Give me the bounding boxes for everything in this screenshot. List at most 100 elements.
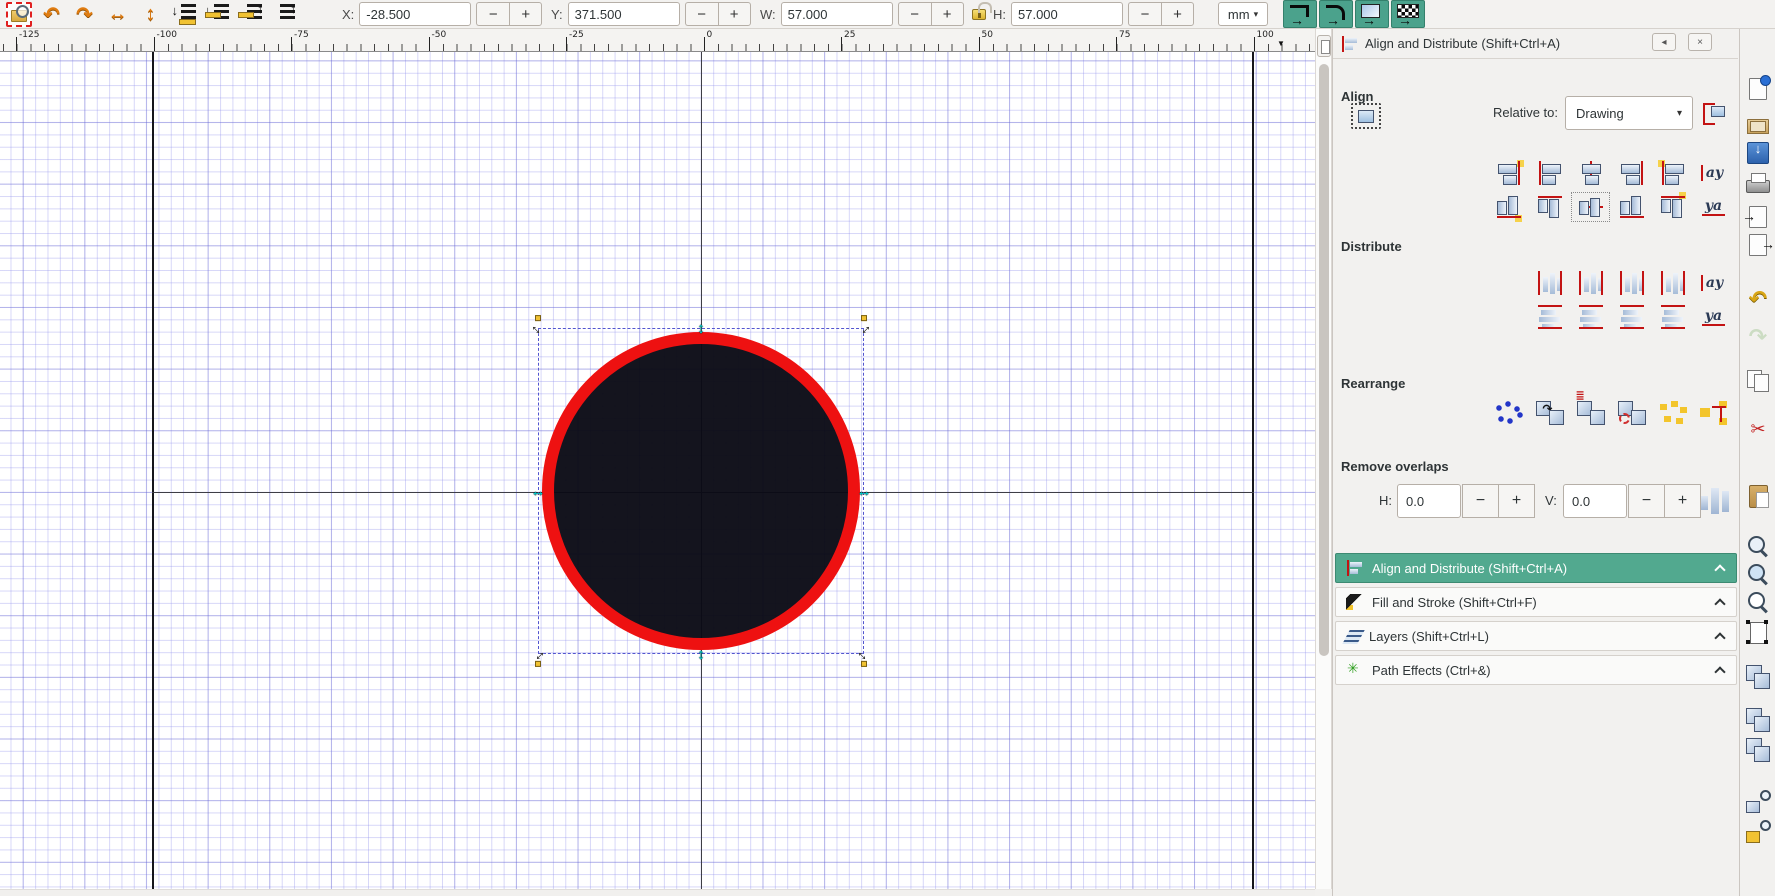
lower-one-step-icon[interactable]: ↓ [200, 1, 233, 27]
vertical-scrollbar[interactable] [1315, 29, 1332, 889]
create-clone-icon[interactable] [1744, 706, 1772, 734]
dock-header-align[interactable]: Align and Distribute (Shift+Ctrl+A) [1335, 553, 1737, 583]
move-patterns-toggle[interactable] [1391, 0, 1425, 28]
x-increment-button[interactable]: + [509, 2, 543, 26]
redo-icon[interactable] [1744, 323, 1772, 351]
overlap-h-input[interactable]: 0.0 [1397, 484, 1461, 518]
copy-icon[interactable] [1744, 367, 1772, 395]
y-increment-button[interactable]: + [717, 2, 751, 26]
exchange-positions-clockwise-icon[interactable] [1611, 397, 1652, 429]
w-increment-button[interactable]: + [930, 2, 964, 26]
exchange-positions-icon[interactable] [1529, 397, 1570, 429]
distribute-equal-horizontal-gaps-icon[interactable] [1652, 267, 1693, 299]
overlap-v-input[interactable]: 0.0 [1563, 484, 1627, 518]
distribute-bottom-edges-icon[interactable] [1611, 301, 1652, 333]
rotate-ccw-icon[interactable]: ↶ [35, 1, 68, 27]
y-input[interactable]: 371.500 [567, 2, 680, 26]
center-on-horizontal-axis-icon[interactable] [1570, 191, 1611, 223]
align-left-to-anchor-right-icon[interactable] [1652, 157, 1693, 189]
scale-rounded-corners-toggle[interactable] [1319, 0, 1353, 28]
align-bottom-edges-icon[interactable] [1611, 191, 1652, 223]
distribute-right-edges-icon[interactable] [1611, 267, 1652, 299]
distribute-centers-horizontal-icon[interactable] [1570, 267, 1611, 299]
move-gradients-toggle[interactable] [1355, 0, 1389, 28]
overlap-h-decrement-button[interactable]: − [1462, 484, 1499, 518]
w-input[interactable]: 57.000 [780, 2, 893, 26]
horizontal-scrollbar[interactable] [0, 889, 1315, 896]
align-right-to-anchor-left-icon[interactable] [1488, 157, 1529, 189]
horizontal-ruler[interactable]: ▼ -125 -100 -75 -50 -25 0 25 50 75 100 [0, 29, 1315, 52]
paste-in-place-icon[interactable] [1744, 819, 1772, 847]
align-left-edges-icon[interactable] [1529, 157, 1570, 189]
h-input[interactable]: 57.000 [1011, 2, 1123, 26]
raise-to-top-icon[interactable]: ↑ [266, 1, 299, 27]
scale-handle-bottom[interactable]: ↕ [692, 645, 710, 663]
overlap-v-decrement-button[interactable]: − [1628, 484, 1665, 518]
h-decrement-button[interactable]: − [1128, 2, 1161, 26]
new-document-icon[interactable] [1744, 75, 1772, 103]
randomize-centers-icon[interactable] [1652, 397, 1693, 429]
center-on-vertical-axis-icon[interactable] [1570, 157, 1611, 189]
align-right-edges-icon[interactable] [1611, 157, 1652, 189]
align-top-edges-icon[interactable] [1529, 191, 1570, 223]
vertical-scrollbar-thumb[interactable] [1319, 64, 1329, 656]
undo-icon[interactable] [1744, 285, 1772, 313]
graph-layout-icon[interactable] [1488, 397, 1529, 429]
scale-handle-right[interactable]: ↔ [855, 482, 873, 500]
cut-icon[interactable] [1744, 415, 1772, 443]
object-properties-icon[interactable] [1744, 789, 1772, 817]
unit-dropdown[interactable]: mm ▾ [1218, 2, 1268, 26]
relative-to-dropdown[interactable]: Drawing ▾ [1565, 96, 1693, 130]
exchange-positions-zorder-icon[interactable] [1570, 389, 1611, 429]
import-icon[interactable] [1742, 203, 1772, 231]
scale-handle-top[interactable]: ↕ [692, 319, 710, 337]
align-bottom-to-anchor-top-icon[interactable] [1488, 191, 1529, 223]
overlap-v-increment-button[interactable]: + [1664, 484, 1701, 518]
panel-close-button[interactable]: × [1688, 33, 1712, 51]
distribute-top-edges-icon[interactable] [1529, 301, 1570, 333]
scale-handle-left[interactable]: ↔ [529, 482, 547, 500]
drawing-canvas[interactable]: ↔ ↔ ↔ ↔ ↕ ↕ ↔ ↔ [0, 52, 1315, 889]
select-all-icon[interactable] [2, 1, 35, 27]
print-icon[interactable] [1744, 169, 1772, 197]
zoom-page-icon[interactable] [1744, 589, 1772, 617]
overlap-h-increment-button[interactable]: + [1498, 484, 1535, 518]
paste-icon[interactable] [1744, 482, 1772, 510]
dock-header-layers[interactable]: Layers (Shift+Ctrl+L) [1335, 621, 1737, 651]
distribute-equal-vertical-gaps-icon[interactable] [1652, 301, 1693, 333]
align-top-to-anchor-bottom-icon[interactable] [1652, 191, 1693, 223]
h-increment-button[interactable]: + [1161, 2, 1194, 26]
scrollbar-corner-button[interactable] [1317, 35, 1331, 57]
align-text-baselines-icon[interactable]: ya [1693, 191, 1734, 223]
dock-header-fill[interactable]: Fill and Stroke (Shift+Ctrl+F) [1335, 587, 1737, 617]
lock-ratio-icon[interactable] [972, 2, 992, 20]
remove-overlaps-icon[interactable] [1699, 486, 1731, 516]
flip-vertical-icon[interactable]: ↕ [134, 1, 167, 27]
y-decrement-button[interactable]: − [684, 2, 718, 26]
distribute-text-anchors-horizontal-icon[interactable]: ay [1693, 267, 1734, 299]
dock-header-path[interactable]: Path Effects (Ctrl+&) [1335, 655, 1737, 685]
unlink-clone-icon[interactable] [1744, 736, 1772, 764]
save-document-icon[interactable] [1744, 139, 1772, 167]
x-decrement-button[interactable]: − [476, 2, 510, 26]
distribute-text-baselines-icon[interactable]: ya [1693, 301, 1734, 333]
distribute-centers-vertical-icon[interactable] [1570, 301, 1611, 333]
lower-to-bottom-icon[interactable]: ↓ [167, 1, 200, 27]
move-as-group-icon[interactable] [1701, 101, 1727, 125]
w-decrement-button[interactable]: − [897, 2, 931, 26]
scale-stroke-toggle[interactable] [1283, 0, 1317, 28]
zoom-drawing-icon[interactable] [1744, 561, 1772, 589]
rotate-cw-icon[interactable]: ↷ [68, 1, 101, 27]
x-input[interactable]: -28.500 [359, 2, 472, 26]
export-icon[interactable] [1744, 231, 1775, 259]
distribute-left-edges-icon[interactable] [1529, 267, 1570, 299]
raise-one-step-icon[interactable]: ↑ [233, 1, 266, 27]
treat-selection-as-group-icon[interactable] [1351, 103, 1381, 129]
open-document-icon[interactable] [1744, 111, 1772, 139]
align-text-anchors-horizontal-icon[interactable]: ay [1693, 157, 1734, 189]
panel-undock-button[interactable]: ◂ [1652, 33, 1676, 51]
unclump-objects-icon[interactable] [1693, 397, 1734, 429]
document-properties-icon[interactable] [1744, 619, 1772, 647]
duplicate-icon[interactable] [1744, 663, 1772, 691]
zoom-selection-icon[interactable] [1744, 533, 1772, 561]
